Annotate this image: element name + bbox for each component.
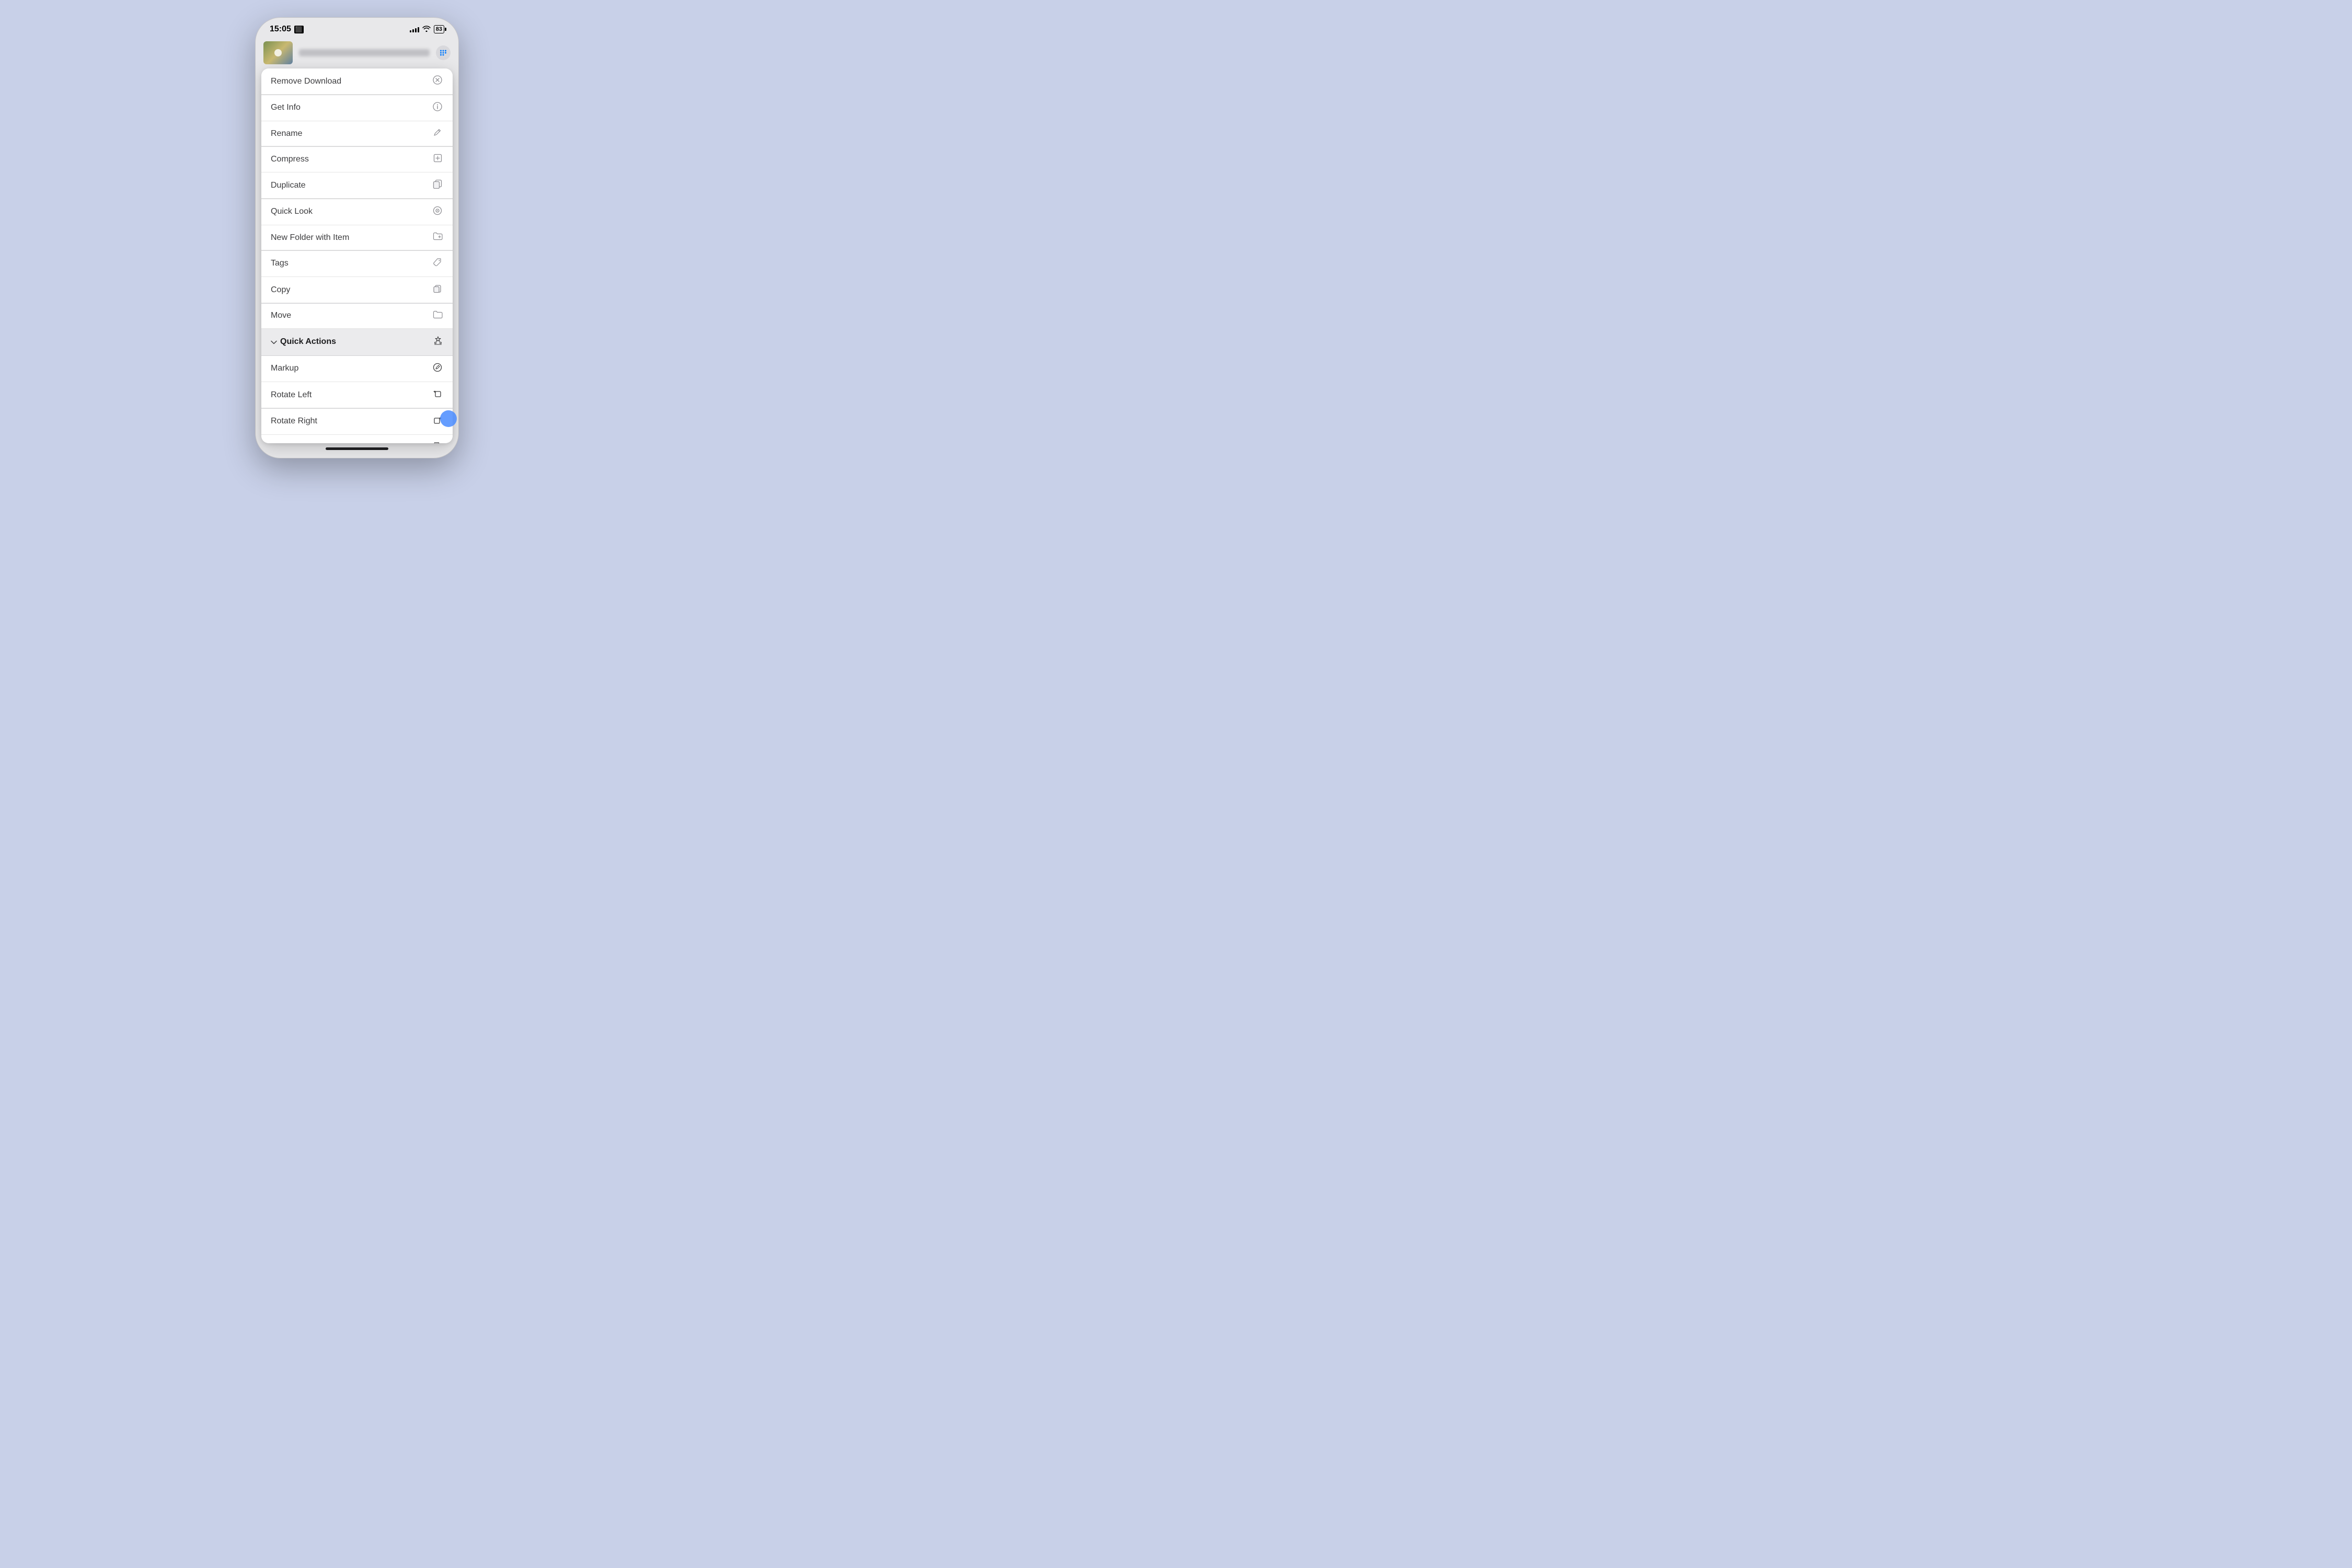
menu-item-markup[interactable]: Markup [261, 356, 453, 382]
remove-download-icon [432, 75, 443, 87]
file-row [255, 38, 459, 68]
context-menu: Remove Download Get Info [261, 68, 453, 443]
blue-circle [440, 410, 457, 427]
rotate-left-icon [432, 389, 443, 401]
bottom-bar [255, 443, 459, 458]
markup-icon [432, 363, 443, 375]
sort-button[interactable] [436, 45, 451, 60]
file-thumbnail [263, 41, 293, 64]
menu-label-rotate-right: Rotate Right [271, 417, 317, 426]
move-icon [432, 310, 443, 321]
quick-actions-label: Quick Actions [280, 337, 430, 347]
menu-item-compress[interactable]: Compress [261, 147, 453, 172]
menu-label-move: Move [271, 311, 291, 320]
menu-label-rotate-left: Rotate Left [271, 390, 312, 400]
wifi-icon [422, 26, 431, 33]
battery-icon: 83 [434, 25, 444, 33]
chevron-down-icon [271, 338, 277, 346]
menu-item-tags[interactable]: Tags [261, 251, 453, 277]
menu-item-rotate-right[interactable]: Rotate Right [261, 409, 453, 435]
time-text: 15:05 [270, 25, 291, 34]
rename-icon [432, 128, 443, 139]
new-folder-icon [432, 232, 443, 243]
battery-level: 83 [436, 26, 442, 32]
menu-item-rotate-left[interactable]: Rotate Left [261, 382, 453, 408]
tags-icon [432, 258, 443, 270]
menu-label-rename: Rename [271, 129, 302, 139]
menu-item-remove-download[interactable]: Remove Download [261, 68, 453, 95]
menu-item-rename[interactable]: Rename [261, 121, 453, 146]
menu-item-get-info[interactable]: Get Info [261, 95, 453, 121]
menu-item-move[interactable]: Move [261, 304, 453, 329]
menu-item-quick-look[interactable]: Quick Look [261, 199, 453, 225]
quick-look-icon [432, 206, 443, 218]
home-indicator [326, 447, 388, 450]
notification-icon: ⬛ [294, 26, 304, 33]
menu-label-copy: Copy [271, 285, 290, 295]
menu-label-duplicate: Duplicate [271, 181, 306, 190]
menu-label-compress: Compress [271, 155, 309, 164]
signal-icon [410, 26, 419, 32]
compress-icon [432, 154, 443, 165]
get-info-icon [432, 102, 443, 114]
menu-item-create-pdf[interactable]: Create PDF [261, 435, 453, 443]
quick-actions-icon [433, 336, 443, 349]
status-bar: 15:05 ⬛ 83 [255, 17, 459, 38]
phone-frame: 15:05 ⬛ 83 [255, 17, 459, 458]
file-name [299, 49, 430, 56]
menu-label-remove-download: Remove Download [271, 77, 341, 86]
menu-label-quick-look: Quick Look [271, 207, 313, 216]
menu-item-duplicate[interactable]: Duplicate [261, 172, 453, 199]
menu-label-tags: Tags [271, 259, 289, 268]
menu-label-get-info: Get Info [271, 103, 301, 112]
menu-label-new-folder: New Folder with Item [271, 233, 349, 243]
status-icons: 83 [410, 25, 444, 33]
duplicate-icon [432, 179, 443, 191]
copy-icon [432, 284, 443, 296]
status-time: 15:05 ⬛ [270, 25, 304, 34]
quick-actions-header[interactable]: Quick Actions [261, 329, 453, 356]
menu-item-new-folder[interactable]: New Folder with Item [261, 225, 453, 250]
menu-item-copy[interactable]: Copy [261, 277, 453, 303]
menu-label-markup: Markup [271, 364, 298, 373]
